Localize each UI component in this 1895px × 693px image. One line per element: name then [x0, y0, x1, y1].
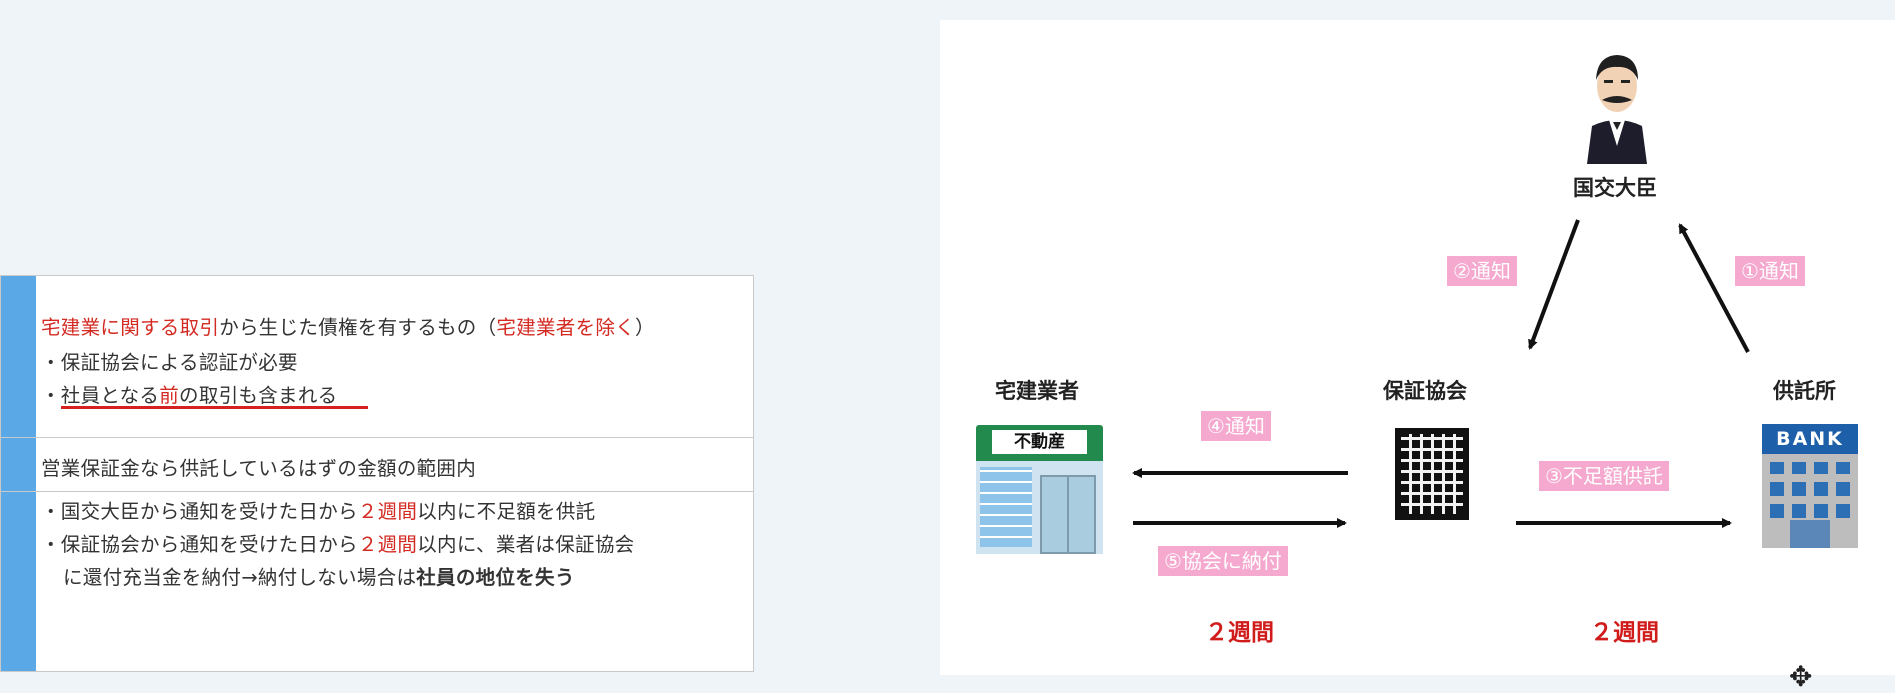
node-minister-label: 国交大臣	[1573, 176, 1657, 200]
node-association-label: 保証協会	[1383, 379, 1467, 403]
arrow-minister-to-association	[1528, 219, 1580, 350]
real-estate-store-icon: 不動産	[976, 425, 1103, 554]
association-building-icon	[1395, 428, 1469, 520]
step1-tag: ①通知	[1735, 256, 1805, 286]
move-cursor-icon: ✥	[1789, 660, 1813, 693]
step2-tag: ②通知	[1447, 256, 1517, 286]
step4-tag: ④通知	[1201, 411, 1271, 441]
minister-illustration	[1587, 55, 1647, 164]
bank-icon: BANK	[1762, 424, 1858, 548]
step3-tag: ③不足額供託	[1539, 461, 1669, 491]
node-deposit-office-label: 供託所	[1773, 379, 1836, 403]
arrow-deposit-to-minister	[1678, 223, 1750, 353]
store-sign: 不動産	[992, 430, 1087, 454]
bank-sign: BANK	[1762, 424, 1858, 454]
node-agent-label: 宅建業者	[995, 379, 1079, 403]
step5-tag: ⑤協会に納付	[1158, 546, 1288, 576]
deadline-right: ２週間	[1590, 620, 1659, 646]
deadline-left: ２週間	[1205, 620, 1274, 646]
